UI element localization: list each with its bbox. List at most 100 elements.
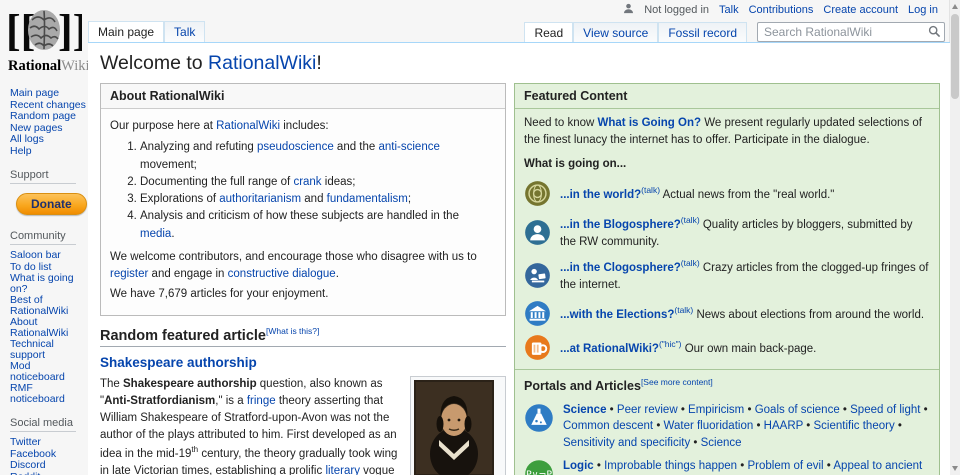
portal-article-link[interactable]: Improbable things happen bbox=[604, 460, 737, 472]
portal-logic-row: P∨¬P Logic • Improbable things happen • … bbox=[524, 458, 930, 475]
portal-article-link[interactable]: Problem of evil bbox=[748, 460, 824, 472]
inline-link[interactable]: What is Going On? bbox=[598, 117, 702, 129]
what-is-this-link[interactable]: [What is this?] bbox=[266, 326, 319, 336]
purpose-list: Analyzing and refuting pseudoscience and… bbox=[110, 139, 496, 243]
sidebar-social-link[interactable]: Discord bbox=[10, 460, 86, 471]
portal-article-link[interactable]: Science bbox=[701, 437, 742, 449]
sidebar-community-link[interactable]: What is going on? bbox=[10, 273, 86, 294]
sidebar-community-group: Saloon barTo do listWhat is going on?Bes… bbox=[10, 250, 86, 404]
wigo-blogosphere-talk-link[interactable]: (talk) bbox=[681, 215, 700, 225]
sidebar-social-heading: Social media bbox=[10, 417, 76, 432]
wigo-elections-talk-link[interactable]: (talk) bbox=[674, 305, 693, 315]
beer-mug-icon[interactable] bbox=[524, 334, 551, 361]
inline-link[interactable]: crank bbox=[293, 176, 321, 188]
title-prefix: Welcome to bbox=[100, 52, 208, 74]
inline-link[interactable]: authoritarianism bbox=[219, 193, 301, 205]
search-icon[interactable] bbox=[928, 25, 941, 43]
tab-view-source[interactable]: View source bbox=[573, 22, 658, 43]
sidebar-nav-link[interactable]: All logs bbox=[10, 134, 86, 145]
inline-text: and the bbox=[334, 141, 379, 153]
sidebar-social-link[interactable]: Twitter bbox=[10, 437, 86, 448]
search-input[interactable] bbox=[757, 22, 945, 42]
tab-read[interactable]: Read bbox=[524, 22, 573, 43]
sidebar-community-link[interactable]: Saloon bar bbox=[10, 250, 86, 261]
sidebar-nav-link[interactable]: New pages bbox=[10, 123, 86, 134]
right-column: Featured Content Need to know What is Go… bbox=[514, 83, 940, 475]
inline-link[interactable]: RationalWiki bbox=[216, 120, 280, 132]
tab-talk[interactable]: Talk bbox=[164, 21, 205, 42]
sidebar-nav-link[interactable]: Main page bbox=[10, 88, 86, 99]
scroll-down-arrow-icon[interactable] bbox=[952, 466, 958, 471]
portal-science-link[interactable]: Science bbox=[563, 404, 606, 416]
sidebar-social-link[interactable]: Facebook bbox=[10, 449, 86, 460]
sidebar-nav-link[interactable]: Random page bbox=[10, 111, 86, 122]
shakespeare-thumbnail[interactable]: "I never would endure this gripe, hath I… bbox=[410, 376, 506, 475]
rationalwiki-wordmark[interactable]: RationalWiki bbox=[8, 58, 90, 75]
portal-article-link[interactable]: Scientific theory bbox=[814, 420, 895, 432]
wigo-world-link[interactable]: ...in the world? bbox=[560, 189, 641, 201]
scroll-up-arrow-icon[interactable] bbox=[952, 4, 958, 9]
inline-link[interactable]: pseudoscience bbox=[257, 141, 334, 153]
inline-text: We welcome contributors, and encourage t… bbox=[110, 251, 477, 263]
capitol-building-icon[interactable] bbox=[524, 300, 551, 327]
about-rationalwiki-box: About RationalWiki Our purpose here at R… bbox=[100, 83, 506, 316]
see-more-content-link[interactable]: [See more content] bbox=[641, 377, 713, 387]
inline-link[interactable]: literary bbox=[325, 465, 360, 475]
bullet-separator: • bbox=[840, 404, 850, 416]
logic-formula-icon[interactable]: P∨¬P bbox=[524, 459, 554, 475]
personal-talk-link[interactable]: Talk bbox=[719, 4, 739, 16]
inline-link[interactable]: constructive dialogue bbox=[228, 268, 336, 280]
personal-contributions-link[interactable]: Contributions bbox=[749, 4, 814, 16]
search-box bbox=[757, 22, 945, 42]
inline-text: Shakespeare authorship bbox=[123, 378, 257, 390]
personal-create-account-link[interactable]: Create account bbox=[823, 4, 898, 16]
globe-icon[interactable] bbox=[524, 180, 551, 207]
wigo-blogosphere-link[interactable]: ...in the Blogosphere? bbox=[560, 219, 681, 231]
science-flask-icon[interactable] bbox=[524, 403, 554, 433]
wigo-world-talk-link[interactable]: (talk) bbox=[641, 185, 660, 195]
portal-article-link[interactable]: Water fluoridation bbox=[664, 420, 754, 432]
wigo-clogosphere-link[interactable]: ...in the Clogosphere? bbox=[560, 262, 681, 274]
sidebar-community-link[interactable]: Best of RationalWiki bbox=[10, 295, 86, 316]
portal-logic-link[interactable]: Logic bbox=[563, 460, 594, 472]
scrollbar-thumb[interactable] bbox=[951, 14, 959, 99]
sidebar-community-link[interactable]: RMF noticeboard bbox=[10, 383, 86, 404]
about-intro: Our purpose here at RationalWiki include… bbox=[110, 118, 496, 135]
portal-article-link[interactable]: HAARP bbox=[764, 420, 803, 432]
inline-link[interactable]: fundamentalism bbox=[327, 193, 408, 205]
article-title-link[interactable]: Shakespeare authorship bbox=[100, 355, 506, 370]
wigo-rationalwiki-hic-link[interactable]: ("hic") bbox=[659, 339, 682, 349]
sidebar-community-link[interactable]: Technical support bbox=[10, 339, 86, 360]
vertical-scrollbar[interactable] bbox=[949, 0, 960, 475]
inline-link[interactable]: register bbox=[110, 268, 148, 280]
portal-science-text: Science • Peer review • Empiricism • Goa… bbox=[563, 402, 930, 452]
sidebar-community-link[interactable]: To do list bbox=[10, 262, 86, 273]
blogger-person-icon[interactable] bbox=[524, 219, 551, 246]
portal-article-link[interactable]: Empiricism bbox=[688, 404, 744, 416]
personal-login-link[interactable]: Log in bbox=[908, 4, 938, 16]
wigo-rationalwiki-link[interactable]: ...at RationalWiki? bbox=[560, 343, 659, 355]
person-at-computer-icon[interactable] bbox=[524, 262, 551, 289]
portal-article-link[interactable]: Speed of light bbox=[850, 404, 920, 416]
portal-article-link[interactable]: Common descent bbox=[563, 420, 653, 432]
tab-main-page[interactable]: Main page bbox=[88, 21, 164, 42]
sidebar-community-link[interactable]: About RationalWiki bbox=[10, 317, 86, 338]
wigo-elections-link[interactable]: ...with the Elections? bbox=[560, 309, 674, 321]
portal-article-link[interactable]: Peer review bbox=[617, 404, 678, 416]
inline-link[interactable]: fringe bbox=[247, 395, 276, 407]
donate-button[interactable]: Donate bbox=[16, 193, 87, 215]
wigo-clogosphere-talk-link[interactable]: (talk) bbox=[681, 258, 700, 268]
sidebar-nav-link[interactable]: Recent changes bbox=[10, 100, 86, 111]
inline-link[interactable]: anti-science bbox=[379, 141, 440, 153]
purpose-item: Explorations of authoritarianism and fun… bbox=[140, 191, 496, 208]
inline-link[interactable]: media bbox=[140, 228, 171, 240]
sidebar-nav-link[interactable]: Help bbox=[10, 146, 86, 157]
sidebar-social-link[interactable]: Reddit bbox=[10, 472, 86, 475]
title-rationalwiki-link[interactable]: RationalWiki bbox=[208, 52, 316, 74]
sidebar-community-link[interactable]: Mod noticeboard bbox=[10, 361, 86, 382]
tab-fossil-record[interactable]: Fossil record bbox=[658, 22, 747, 43]
portal-article-link[interactable]: Sensitivity and specificity bbox=[563, 437, 690, 449]
rationalwiki-brain-logo[interactable]: [[ ]] bbox=[6, 4, 82, 58]
portal-article-link[interactable]: Goals of science bbox=[755, 404, 840, 416]
bullet-separator: • bbox=[606, 404, 616, 416]
